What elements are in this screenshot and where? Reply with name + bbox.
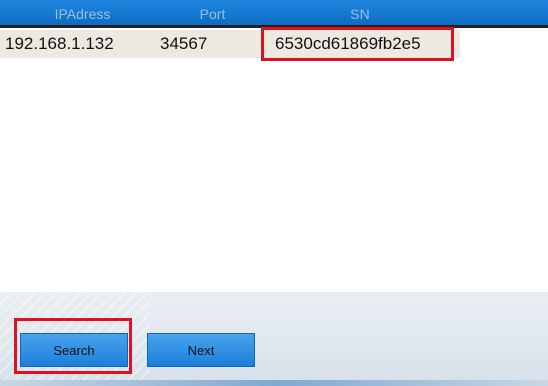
column-header-sn[interactable]: SN: [270, 6, 450, 22]
column-header-ip[interactable]: IPAdress: [10, 6, 155, 22]
cell-ip-address: 192.168.1.132: [5, 34, 114, 53]
next-button[interactable]: Next: [147, 333, 255, 367]
device-list-header: IPAdress Port SN: [0, 0, 548, 28]
device-search-window: IPAdress Port SN 192.168.1.132 34567 653…: [0, 0, 548, 386]
cell-port: 34567: [160, 34, 208, 53]
search-button-highlight-box: [14, 318, 132, 374]
serial-number-highlight-box: [261, 27, 454, 61]
panel-bottom-bar: [0, 380, 548, 386]
column-header-port[interactable]: Port: [155, 6, 270, 22]
device-list: 192.168.1.132 34567 6530cd61869fb2e5: [0, 28, 548, 292]
